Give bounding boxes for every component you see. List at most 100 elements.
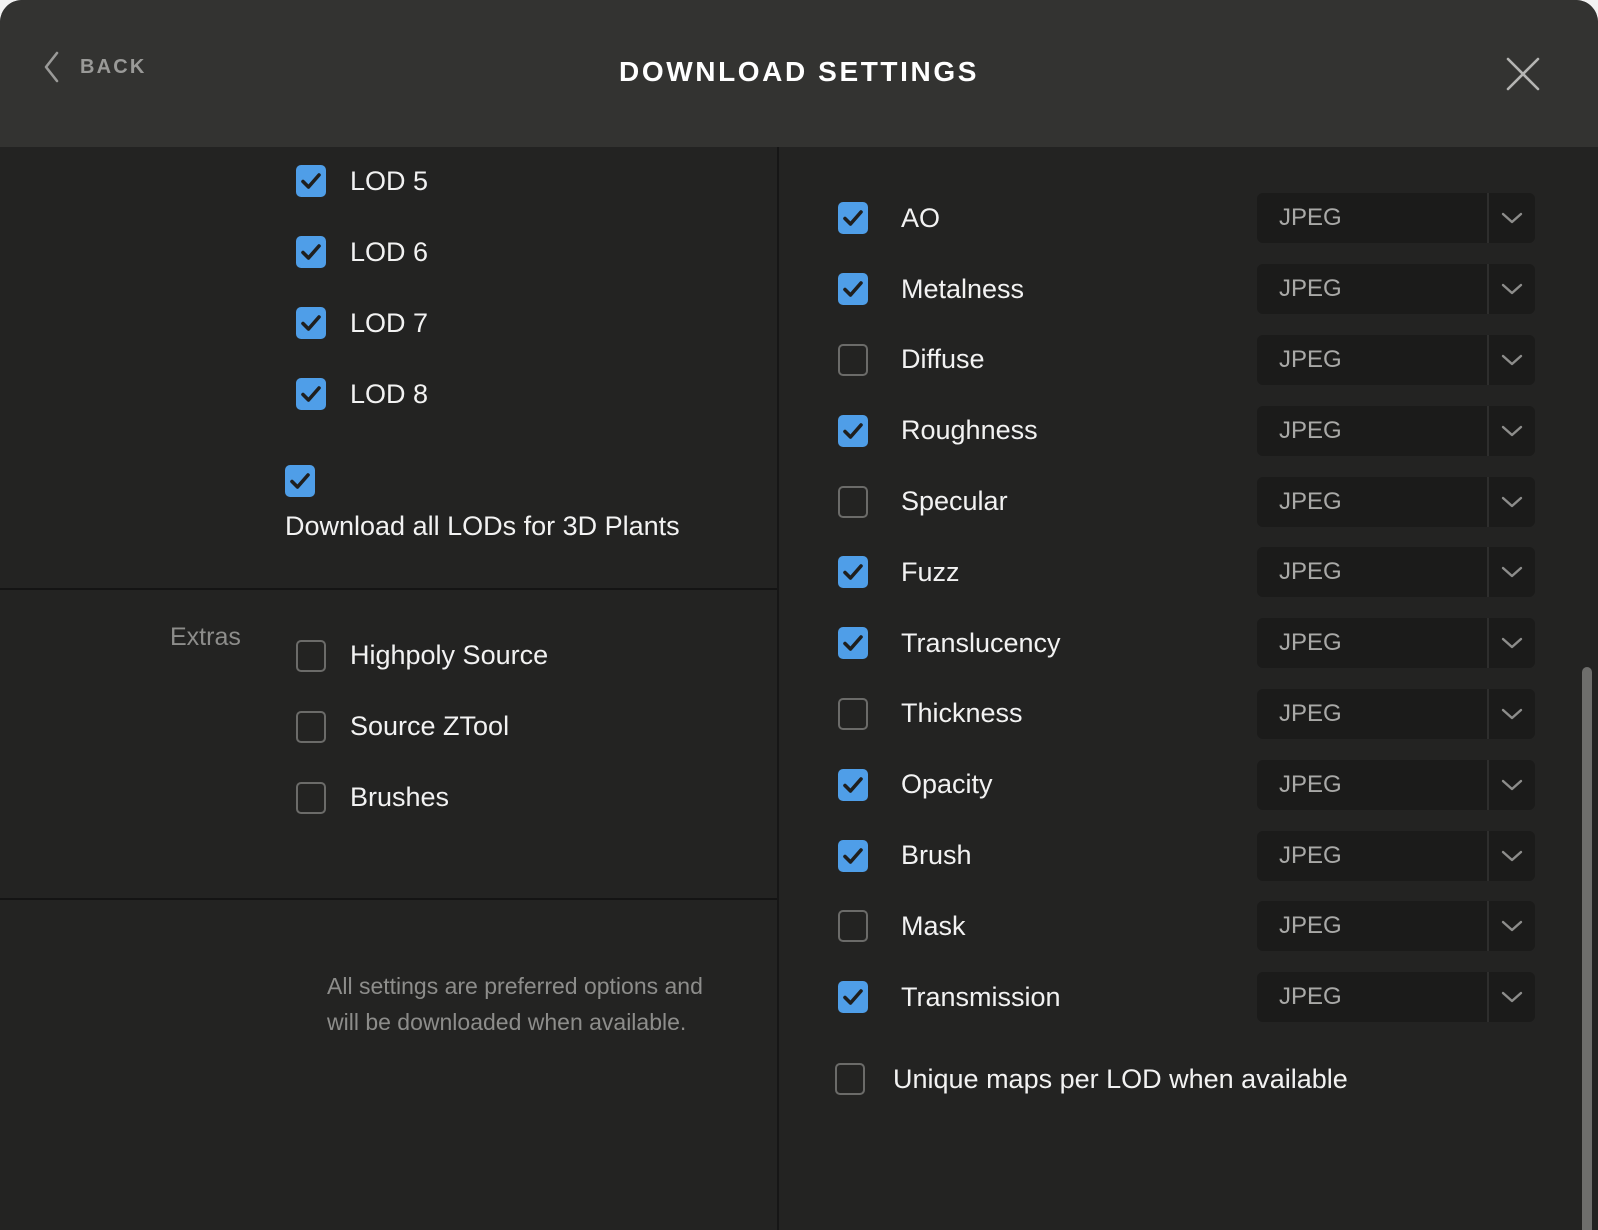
format-select-mask[interactable]: JPEG xyxy=(1257,901,1535,952)
left-panel: LOD 5 LOD 6 LOD 7 LOD 8 Download all LODs f… xyxy=(0,147,779,1230)
map-label-roughness: Roughness xyxy=(901,415,1038,446)
format-select-metalness[interactable]: JPEG xyxy=(1257,264,1535,315)
chevron-down-icon[interactable] xyxy=(1489,353,1535,367)
checkbox-map-translucency[interactable] xyxy=(838,627,868,660)
download-all-lods-label: Download all LODs for 3D Plants xyxy=(285,511,680,541)
format-value: JPEG xyxy=(1279,983,1342,1011)
format-select-transmission[interactable]: JPEG xyxy=(1257,972,1535,1023)
lod-row-lod-8[interactable]: LOD 8 xyxy=(296,378,428,410)
extras-list: Highpoly Source Source ZTool Brushes xyxy=(296,620,548,833)
checkbox-unique-maps-per-lod[interactable] xyxy=(835,1063,865,1095)
format-select-thickness[interactable]: JPEG xyxy=(1257,688,1535,739)
checkbox-map-fuzz[interactable] xyxy=(838,556,868,589)
map-label-diffuse: Diffuse xyxy=(901,344,985,375)
format-select-opacity[interactable]: JPEG xyxy=(1257,759,1535,810)
checkbox-map-diffuse[interactable] xyxy=(838,343,868,376)
checkbox-map-mask[interactable] xyxy=(838,910,868,943)
chevron-down-icon[interactable] xyxy=(1489,495,1535,509)
map-row-translucency: Translucency JPEG xyxy=(779,608,1598,679)
map-row-fuzz: Fuzz JPEG xyxy=(779,537,1598,608)
map-row-mask: Mask JPEG xyxy=(779,891,1598,962)
format-select-ao[interactable]: JPEG xyxy=(1257,193,1535,244)
format-select-diffuse[interactable]: JPEG xyxy=(1257,334,1535,385)
checkbox-highpoly-source[interactable] xyxy=(296,639,326,672)
checkbox-map-roughness[interactable] xyxy=(838,414,868,447)
extras-row-brushes[interactable]: Brushes xyxy=(296,762,548,833)
chevron-down-icon[interactable] xyxy=(1489,919,1535,933)
map-label-brush: Brush xyxy=(901,840,972,871)
lod-row-lod-7[interactable]: LOD 7 xyxy=(296,307,428,339)
lod-row-lod-5[interactable]: LOD 5 xyxy=(296,165,428,197)
format-value: JPEG xyxy=(1279,629,1342,657)
checkbox-map-opacity[interactable] xyxy=(838,768,868,801)
extras-label-text: Source ZTool xyxy=(350,711,510,741)
format-value: JPEG xyxy=(1279,487,1342,515)
format-value: JPEG xyxy=(1279,416,1342,444)
chevron-down-icon[interactable] xyxy=(1489,636,1535,650)
checkbox-lod-6[interactable] xyxy=(296,236,326,268)
checkbox-map-ao[interactable] xyxy=(838,202,868,235)
checkbox-lod-8[interactable] xyxy=(296,378,326,410)
checkbox-map-metalness[interactable] xyxy=(838,273,868,306)
map-row-thickness: Thickness JPEG xyxy=(779,679,1598,750)
format-value: JPEG xyxy=(1279,770,1342,798)
close-icon[interactable] xyxy=(1503,54,1543,94)
format-value: JPEG xyxy=(1279,841,1342,869)
checkbox-lod-5[interactable] xyxy=(296,165,326,197)
settings-note: All settings are preferred options and w… xyxy=(327,973,703,1035)
chevron-down-icon[interactable] xyxy=(1489,282,1535,296)
chevron-down-icon[interactable] xyxy=(1489,990,1535,1004)
format-value: JPEG xyxy=(1279,204,1342,232)
unique-maps-per-lod-label: Unique maps per LOD when available xyxy=(893,1063,1348,1094)
map-row-specular: Specular JPEG xyxy=(779,466,1598,537)
lod-section: LOD 5 LOD 6 LOD 7 LOD 8 Download all LODs f… xyxy=(0,147,777,590)
map-label-transmission: Transmission xyxy=(901,981,1061,1012)
unique-maps-per-lod-row[interactable]: Unique maps per LOD when available xyxy=(835,1063,1348,1095)
right-panel: AO JPEG Metalness JPEG Diffuse JPEG Roughness J… xyxy=(779,147,1598,1230)
lod-label: LOD 5 xyxy=(350,165,429,196)
checkbox-map-thickness[interactable] xyxy=(838,697,868,730)
map-label-opacity: Opacity xyxy=(901,769,993,800)
lod-row-lod-6[interactable]: LOD 6 xyxy=(296,236,428,268)
checkbox-map-brush[interactable] xyxy=(838,839,868,872)
map-row-transmission: Transmission JPEG xyxy=(779,962,1598,1033)
format-select-roughness[interactable]: JPEG xyxy=(1257,405,1535,456)
download-settings-modal: BACK DOWNLOAD SETTINGS LOD 5 LOD 6 LOD 7 LO… xyxy=(0,0,1598,1230)
map-label-metalness: Metalness xyxy=(901,273,1025,304)
format-value: JPEG xyxy=(1279,558,1342,586)
checkbox-lod-7[interactable] xyxy=(296,307,326,339)
download-all-lods-row[interactable]: Download all LODs for 3D Plants xyxy=(285,465,680,542)
format-select-translucency[interactable]: JPEG xyxy=(1257,618,1535,669)
chevron-down-icon[interactable] xyxy=(1489,707,1535,721)
chevron-down-icon[interactable] xyxy=(1489,849,1535,863)
map-row-metalness: Metalness JPEG xyxy=(779,254,1598,325)
extras-section: Extras Highpoly Source Source ZTool Brushe… xyxy=(0,590,777,900)
map-label-thickness: Thickness xyxy=(901,698,1023,729)
map-row-ao: AO JPEG xyxy=(779,183,1598,254)
format-select-brush[interactable]: JPEG xyxy=(1257,830,1535,881)
note-section: All settings are preferred options and w… xyxy=(0,900,777,1228)
checkbox-map-transmission[interactable] xyxy=(838,981,868,1014)
format-select-fuzz[interactable]: JPEG xyxy=(1257,547,1535,598)
checkbox-brushes[interactable] xyxy=(296,781,326,814)
format-value: JPEG xyxy=(1279,345,1342,373)
chevron-down-icon[interactable] xyxy=(1489,211,1535,225)
map-label-ao: AO xyxy=(901,202,941,233)
extras-label-text: Highpoly Source xyxy=(350,640,549,670)
modal-body: LOD 5 LOD 6 LOD 7 LOD 8 Download all LODs f… xyxy=(0,147,1598,1230)
extras-row-source-ztool[interactable]: Source ZTool xyxy=(296,691,548,762)
checkbox-map-specular[interactable] xyxy=(838,485,868,518)
map-label-translucency: Translucency xyxy=(901,627,1061,658)
checkbox-source-ztool[interactable] xyxy=(296,710,326,743)
chevron-down-icon[interactable] xyxy=(1489,424,1535,438)
chevron-down-icon[interactable] xyxy=(1489,565,1535,579)
page-title: DOWNLOAD SETTINGS xyxy=(619,56,979,87)
checkbox-download-all-lods[interactable] xyxy=(285,465,315,497)
format-value: JPEG xyxy=(1279,912,1342,940)
chevron-down-icon[interactable] xyxy=(1489,778,1535,792)
format-select-specular[interactable]: JPEG xyxy=(1257,476,1535,527)
vertical-scrollbar-thumb[interactable] xyxy=(1582,667,1592,1230)
texture-map-list: AO JPEG Metalness JPEG Diffuse JPEG Roughness J… xyxy=(779,183,1598,1033)
modal-header: BACK DOWNLOAD SETTINGS xyxy=(0,0,1598,147)
extras-row-highpoly-source[interactable]: Highpoly Source xyxy=(296,620,548,691)
